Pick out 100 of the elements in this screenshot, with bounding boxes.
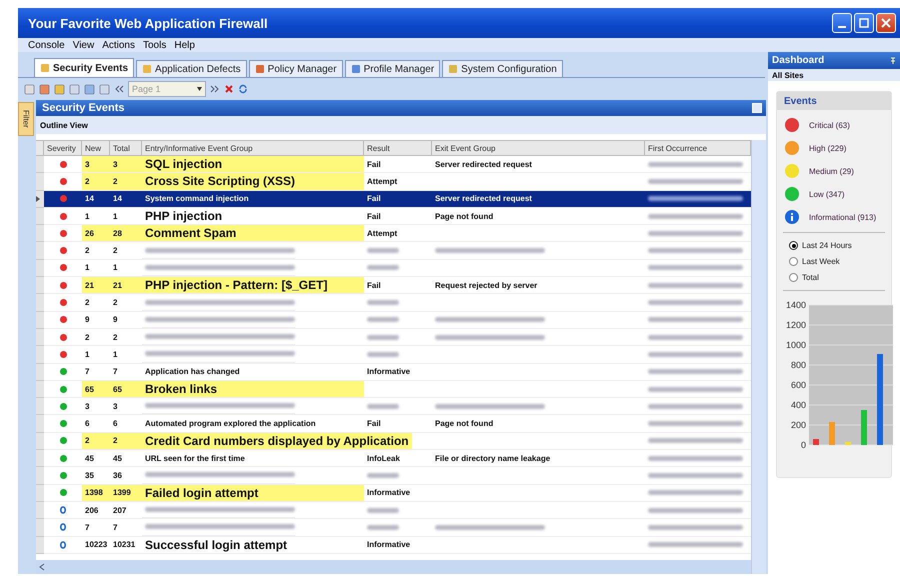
menu-item[interactable]: Actions	[102, 40, 135, 50]
tab-icon	[142, 64, 152, 74]
table-row[interactable]: 2 2	[36, 328, 751, 346]
column-header[interactable]: First Occurrence	[645, 140, 751, 156]
tab[interactable]: System Configuration	[442, 60, 563, 77]
pin-icon[interactable]	[890, 56, 896, 64]
axis-label: 1000	[786, 340, 806, 350]
table-row[interactable]: 1398 1399 Failed login attempt Informative	[36, 484, 751, 502]
close-button[interactable]	[876, 13, 896, 33]
table-cell: Informative	[364, 536, 432, 554]
table-cell: 21	[82, 277, 110, 294]
refresh-icon[interactable]	[238, 84, 248, 94]
table-cell: Cross Site Scripting (XSS)	[142, 173, 364, 190]
axis-label: 600	[790, 380, 806, 390]
tab[interactable]: Profile Manager	[344, 60, 440, 77]
radio-option[interactable]: Last 24 Hours	[789, 241, 879, 250]
legend-label: Medium (29)	[809, 166, 854, 176]
row-header[interactable]	[36, 190, 44, 208]
tab-icon	[254, 64, 265, 74]
table-row[interactable]: 14 14 System command injection Fail Server redirected request	[36, 190, 751, 208]
table-cell: 1398	[82, 484, 110, 502]
tab[interactable]: Security Events	[34, 58, 134, 77]
tab-icon	[40, 63, 50, 73]
menu-item[interactable]: Help	[174, 40, 195, 50]
table-cell: Comment Spam	[142, 225, 364, 242]
maximize-button[interactable]	[854, 13, 874, 33]
legend-label: High (229)	[809, 144, 846, 152]
table-cell: 1399	[110, 484, 142, 502]
table-row[interactable]: 45 45 URL seen for the first time InfoLeak File or directory name leakage	[36, 450, 751, 468]
toolbar-icon[interactable]	[24, 84, 35, 94]
axis-label: 1400	[786, 300, 806, 310]
menu-item[interactable]: View	[72, 40, 94, 50]
card-title: Events	[777, 92, 891, 110]
minimize-button[interactable]	[832, 13, 852, 33]
radio-option[interactable]: Total	[789, 273, 879, 282]
table-row[interactable]: 206 207	[36, 502, 751, 520]
toolbar-icon[interactable]	[69, 84, 80, 94]
table-cell: 2	[110, 432, 142, 450]
tab-icon	[448, 64, 458, 74]
horizontal-scrollbar[interactable]	[36, 560, 751, 574]
table-row[interactable]: 21 21 PHP injection - Pattern: [$_GET] Fail Request rejected by server	[36, 277, 751, 294]
radio-button[interactable]	[789, 273, 798, 282]
radio-button[interactable]	[789, 257, 798, 266]
table-row[interactable]: 7 7	[36, 519, 751, 537]
table-cell: SQL injection	[142, 156, 364, 172]
table-row[interactable]: 1 1 PHP injection Fail Page not found	[36, 208, 751, 226]
table-cell: 65	[82, 380, 110, 398]
table-cell: 3	[110, 156, 142, 174]
table-row[interactable]: 65 65 Broken links	[36, 380, 751, 398]
axis-label: 400	[790, 400, 806, 410]
table-cell: 65	[110, 380, 142, 398]
toolbar-icon[interactable]	[54, 84, 65, 94]
toolbar-icon[interactable]	[99, 84, 110, 94]
table-cell: PHP injection - Pattern: [$_GET]	[142, 277, 364, 294]
table-row[interactable]: 26 28 Comment Spam Attempt	[36, 225, 751, 242]
close-icon	[881, 18, 891, 28]
table-row[interactable]: 6 6 Automated program explored the application Fail Page not found	[36, 415, 751, 433]
filter-tab[interactable]: Filter	[18, 102, 34, 136]
table-row[interactable]: 2 2	[36, 294, 751, 312]
table-cell-text: URL seen for the first time	[144, 452, 246, 465]
toolbar-icon[interactable]	[39, 84, 50, 94]
column-header[interactable]: Exit Event Group	[432, 140, 645, 156]
legend-label: Informational (913)	[809, 212, 876, 222]
table-cell: 28	[110, 225, 142, 242]
axis-label: 0	[800, 440, 806, 450]
table-cell-text: Application has changed	[144, 366, 241, 378]
table-cell: Failed login attempt	[142, 484, 364, 501]
panel-menu-icon[interactable]	[752, 103, 762, 113]
tab-icon	[350, 64, 361, 74]
tab[interactable]: Application Defects	[136, 60, 247, 77]
radio-button[interactable]	[789, 241, 798, 250]
table-row[interactable]: 3 3	[36, 398, 751, 416]
menu-item[interactable]: Console	[28, 40, 65, 50]
table-row[interactable]: 10223 10231 Successful login attempt Informative	[36, 536, 751, 554]
table-row[interactable]: 2 2 Cross Site Scripting (XSS) Attempt	[36, 173, 751, 191]
radio-option[interactable]: Last Week	[789, 257, 879, 266]
previous-page-icon[interactable]	[114, 84, 124, 94]
next-page-icon[interactable]	[210, 84, 220, 94]
table-row[interactable]: 2 2 Credit Card numbers displayed by Application	[36, 432, 751, 450]
delete-icon[interactable]	[224, 84, 234, 94]
table-row[interactable]: 2 2	[36, 242, 751, 260]
vertical-scrollbar[interactable]	[751, 140, 766, 574]
table-cell: Credit Card numbers displayed by Application	[142, 432, 412, 450]
table-cell: Broken links	[142, 380, 364, 398]
view-label: Outline View	[36, 116, 766, 134]
table-cell: 26	[82, 225, 110, 242]
scroll-left-icon[interactable]	[39, 563, 45, 571]
tab[interactable]: Policy Manager	[248, 60, 343, 77]
minimize-icon	[838, 26, 846, 28]
table-row[interactable]: 1 1	[36, 260, 751, 278]
toolbar-icon[interactable]	[84, 84, 95, 94]
table-row[interactable]: 7 7 Application has changed Informative	[36, 364, 751, 381]
legend-label: Low (347)	[809, 190, 845, 198]
table-row[interactable]: 35 36	[36, 467, 751, 485]
column-header[interactable]: Entry/Informative Event Group	[142, 140, 364, 156]
table-row[interactable]: 9 9	[36, 312, 751, 329]
table-row[interactable]: 3 3 SQL injection Fail Server redirected request	[36, 156, 751, 174]
dashboard-title: Dashboard	[772, 55, 824, 66]
menu-item[interactable]: Tools	[143, 40, 166, 50]
table-row[interactable]: 1 1	[36, 346, 751, 364]
